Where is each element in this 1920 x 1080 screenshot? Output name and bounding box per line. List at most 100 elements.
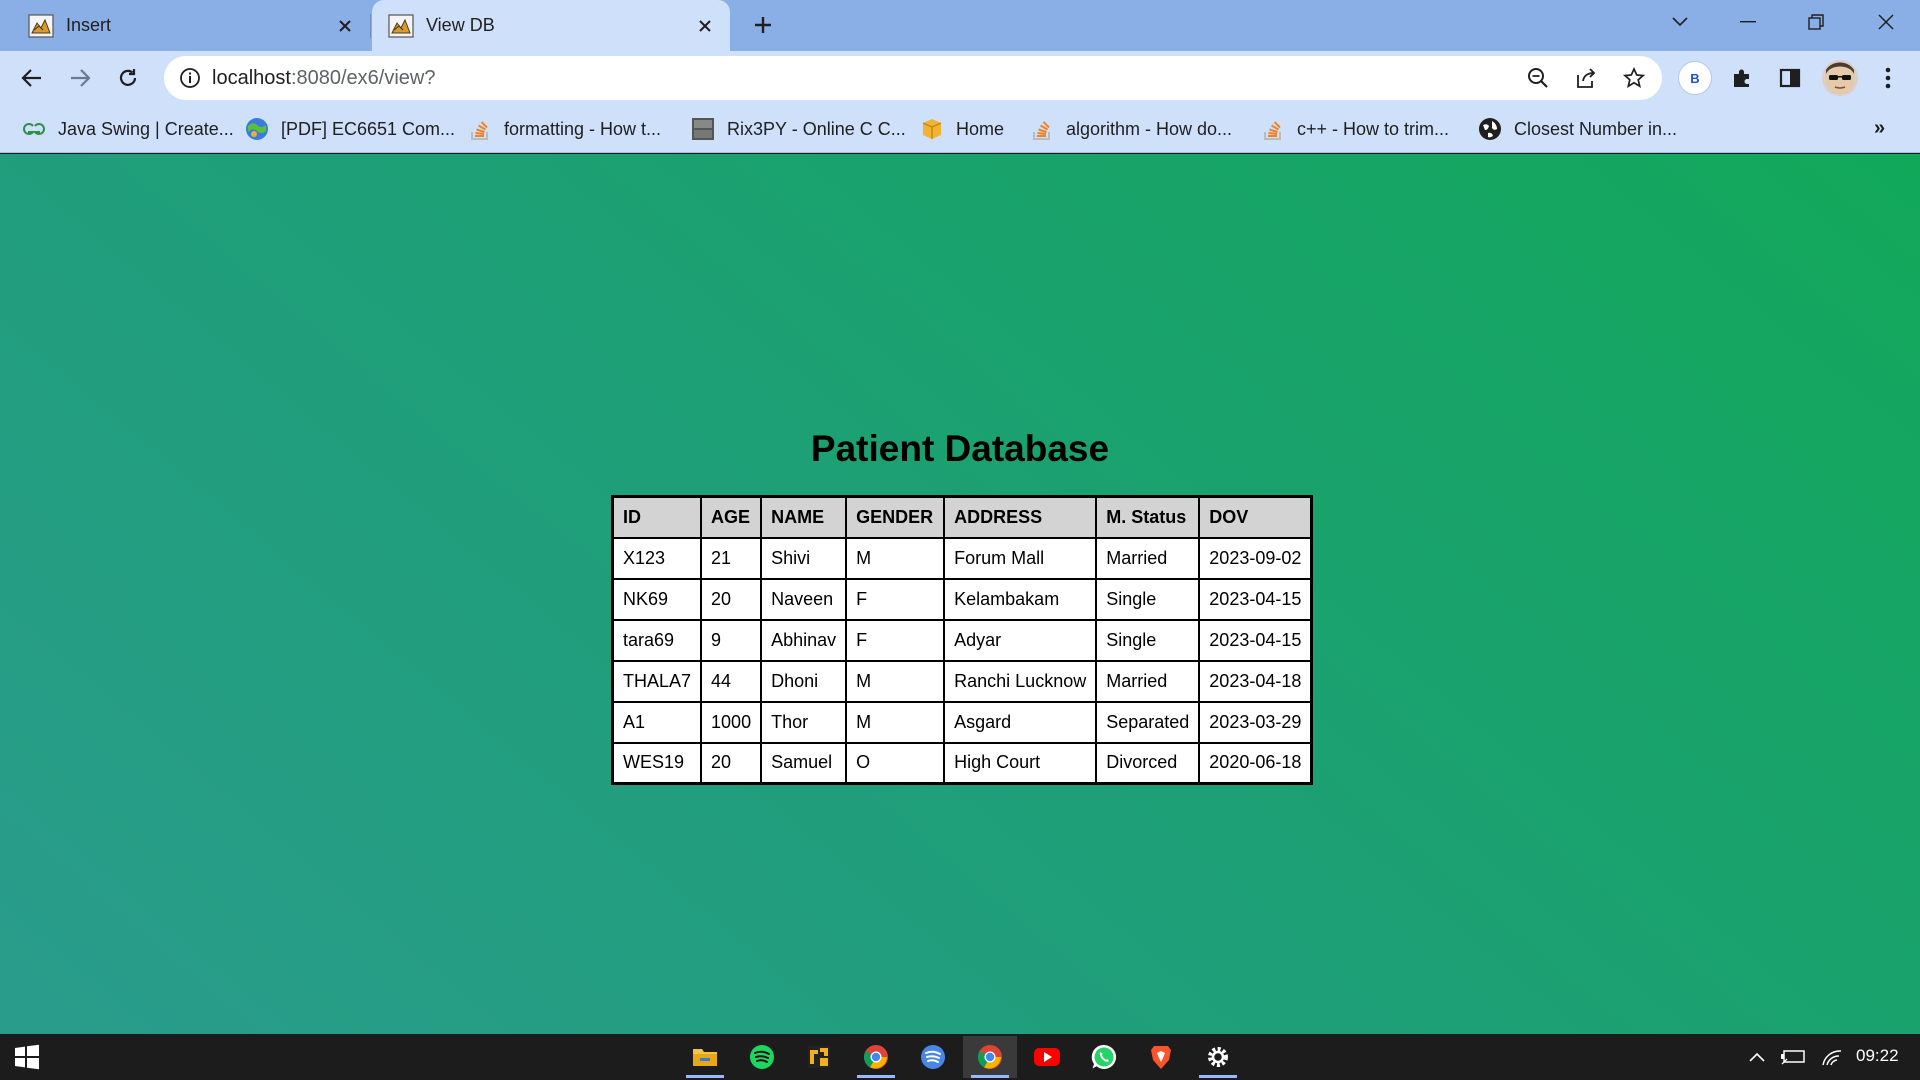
battery-icon[interactable] bbox=[1780, 1044, 1808, 1070]
extensions-button[interactable] bbox=[1722, 58, 1762, 98]
spotify-icon[interactable] bbox=[735, 1036, 789, 1078]
reload-icon bbox=[119, 69, 137, 86]
browser-toolbar: localhost:8080/ex6/view? B bbox=[0, 51, 1920, 105]
forward-button[interactable] bbox=[60, 58, 100, 98]
settings-icon[interactable] bbox=[1191, 1036, 1245, 1078]
chrome-active-icon[interactable] bbox=[963, 1036, 1017, 1078]
tomcat-favicon-icon bbox=[28, 13, 54, 38]
tab-title: View DB bbox=[426, 15, 495, 35]
extension-b-button[interactable]: B bbox=[1678, 61, 1712, 95]
bookmark-label: c++ - How to trim... bbox=[1297, 118, 1450, 139]
minimize-icon bbox=[1740, 21, 1756, 23]
close-window-button[interactable] bbox=[1858, 0, 1914, 44]
column-header: GENDER bbox=[845, 495, 946, 539]
cell-marital-status: Separated bbox=[1095, 700, 1201, 744]
box-icon bbox=[920, 117, 944, 141]
restore-button[interactable] bbox=[1788, 0, 1844, 44]
cell-age: 9 bbox=[700, 618, 763, 662]
cell-address: Forum Mall bbox=[943, 536, 1098, 580]
cell-name: Naveen bbox=[760, 577, 848, 621]
taskbar-clock[interactable]: 09:22 bbox=[1856, 1046, 1899, 1066]
bookmark-item[interactable]: [PDF] EC6651 Com... bbox=[245, 115, 455, 143]
stackoverflow-icon bbox=[1261, 117, 1285, 141]
kebab-menu-icon bbox=[1885, 67, 1891, 89]
new-tab-button[interactable] bbox=[748, 10, 778, 40]
whatsapp-icon[interactable] bbox=[1077, 1036, 1131, 1078]
cell-id: X123 bbox=[611, 536, 703, 580]
cell-dov: 2023-04-18 bbox=[1198, 659, 1313, 703]
bookmark-label: Home bbox=[956, 118, 1005, 139]
tray-overflow-chevron-icon[interactable] bbox=[1745, 1044, 1769, 1070]
cell-gender: M bbox=[845, 659, 946, 703]
minimize-button[interactable] bbox=[1720, 0, 1776, 44]
reload-button[interactable] bbox=[108, 58, 148, 98]
arrow-right-icon bbox=[71, 69, 91, 87]
cell-dov: 2023-04-15 bbox=[1198, 577, 1313, 621]
info-icon[interactable] bbox=[178, 66, 202, 90]
bookmark-label: Rix3PY - Online C C... bbox=[727, 118, 906, 139]
cell-age: 21 bbox=[700, 536, 763, 580]
table-row: tara69 9 Abhinav F Adyar Single 2023-04-… bbox=[611, 618, 1313, 662]
back-button[interactable] bbox=[12, 58, 52, 98]
cell-address: High Court bbox=[943, 741, 1098, 785]
app-icon[interactable] bbox=[792, 1036, 846, 1078]
bookmarks-bar: Java Swing | Create... [PDF] EC6651 Com.… bbox=[0, 105, 1920, 153]
bookmark-star-icon[interactable] bbox=[1620, 64, 1648, 92]
bookmark-item[interactable]: Java Swing | Create... bbox=[22, 115, 234, 143]
column-header: NAME bbox=[760, 495, 848, 539]
tab-search-button[interactable] bbox=[1652, 0, 1708, 44]
cell-age: 44 bbox=[700, 659, 763, 703]
close-icon[interactable] bbox=[332, 13, 358, 39]
patient-table: ID AGE NAME GENDER ADDRESS M. Status DOV… bbox=[611, 495, 1314, 785]
bookmark-item[interactable]: Rix3PY - Online C C... bbox=[691, 115, 906, 143]
chevron-down-icon bbox=[1672, 17, 1688, 27]
cell-age: 20 bbox=[700, 741, 763, 785]
close-icon bbox=[1878, 14, 1894, 30]
table-row: THALA7 44 Dhoni M Ranchi Lucknow Married… bbox=[611, 659, 1313, 703]
cell-marital-status: Married bbox=[1095, 659, 1201, 703]
file-explorer-icon[interactable] bbox=[678, 1036, 732, 1078]
cell-name: Samuel bbox=[760, 741, 848, 785]
spotify-web-icon[interactable] bbox=[906, 1036, 960, 1078]
side-panel-button[interactable] bbox=[1770, 58, 1810, 98]
start-button[interactable] bbox=[0, 1036, 54, 1078]
cell-dov: 2023-09-02 bbox=[1198, 536, 1313, 580]
share-icon[interactable] bbox=[1572, 64, 1600, 92]
bookmark-item[interactable]: Closest Number in... bbox=[1478, 115, 1677, 143]
cell-marital-status: Married bbox=[1095, 536, 1201, 580]
cell-gender: F bbox=[845, 577, 946, 621]
bookmark-item[interactable]: formatting - How t... bbox=[468, 115, 661, 143]
tab-insert[interactable]: Insert bbox=[0, 0, 370, 51]
menu-button[interactable] bbox=[1868, 58, 1908, 98]
cell-name: Dhoni bbox=[760, 659, 848, 703]
side-panel-icon bbox=[1779, 68, 1801, 88]
bookmark-item[interactable]: c++ - How to trim... bbox=[1261, 115, 1449, 143]
cell-gender: M bbox=[845, 536, 946, 580]
close-icon[interactable] bbox=[692, 13, 718, 39]
cell-name: Thor bbox=[760, 700, 848, 744]
avatar-face-icon bbox=[1826, 62, 1854, 94]
cell-name: Shivi bbox=[760, 536, 848, 580]
tab-view-db[interactable]: View DB bbox=[372, 0, 730, 51]
cell-address: Adyar bbox=[943, 618, 1098, 662]
address-bar[interactable]: localhost:8080/ex6/view? bbox=[164, 56, 1662, 100]
avatar[interactable] bbox=[1822, 60, 1858, 96]
cell-dov: 2023-04-15 bbox=[1198, 618, 1313, 662]
table-row: WES19 20 Samuel O High Court Divorced 20… bbox=[611, 741, 1313, 785]
table-row: X123 21 Shivi M Forum Mall Married 2023-… bbox=[611, 536, 1313, 580]
chrome-icon[interactable] bbox=[849, 1036, 903, 1078]
bookmark-label: [PDF] EC6651 Com... bbox=[281, 118, 456, 139]
url-text[interactable]: localhost:8080/ex6/view? bbox=[212, 67, 435, 90]
bookmarks-overflow-button[interactable]: » bbox=[1874, 117, 1885, 140]
bookmark-item[interactable]: Home bbox=[920, 115, 1004, 143]
bookmark-item[interactable]: algorithm - How do... bbox=[1030, 115, 1232, 143]
wifi-icon[interactable] bbox=[1818, 1044, 1846, 1070]
zoom-icon[interactable] bbox=[1524, 64, 1552, 92]
youtube-icon[interactable] bbox=[1020, 1036, 1074, 1078]
brave-icon[interactable] bbox=[1134, 1036, 1188, 1078]
globe-icon bbox=[1478, 117, 1502, 141]
tab-strip: Insert View DB bbox=[0, 0, 1920, 51]
bookmark-label: Closest Number in... bbox=[1514, 118, 1678, 139]
url-path: :8080/ex6/view? bbox=[290, 67, 436, 89]
puzzle-icon bbox=[1734, 69, 1749, 87]
